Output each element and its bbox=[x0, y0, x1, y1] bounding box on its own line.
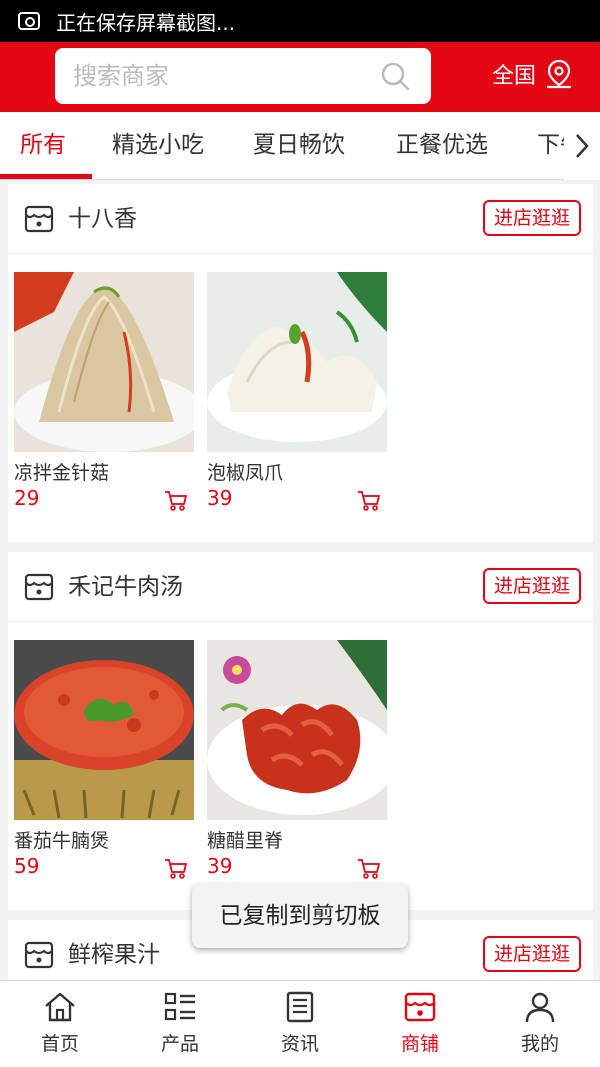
enter-store-button[interactable]: 进店逛逛 bbox=[483, 568, 581, 604]
product-image[interactable] bbox=[14, 640, 194, 820]
product-price: 39 bbox=[207, 486, 233, 510]
news-icon bbox=[286, 991, 314, 1023]
store-header: 十八香 进店逛逛 bbox=[8, 184, 593, 254]
store-name: 禾记牛肉汤 bbox=[68, 574, 183, 600]
product-name: 番茄牛腩煲 bbox=[14, 830, 110, 852]
nav-profile[interactable]: 我的 bbox=[480, 981, 600, 1067]
home-icon bbox=[45, 992, 75, 1022]
store-card: 十八香 进店逛逛 凉拌金针菇 29 泡椒凤爪 39 bbox=[8, 184, 593, 542]
nav-home[interactable]: 首页 bbox=[0, 981, 120, 1067]
nav-label: 商铺 bbox=[400, 1033, 439, 1055]
status-text: 正在保存屏幕截图... bbox=[56, 10, 236, 35]
nav-label: 首页 bbox=[40, 1033, 79, 1055]
user-icon bbox=[525, 992, 555, 1023]
cart-icon[interactable] bbox=[164, 490, 188, 512]
product-image[interactable] bbox=[14, 272, 194, 452]
search-icon[interactable] bbox=[379, 60, 411, 92]
tabs-scroll-arrow[interactable] bbox=[564, 112, 600, 180]
store-header: 禾记牛肉汤 进店逛逛 bbox=[8, 552, 593, 622]
category-tabs: 所有 精选小吃 夏日畅饮 正餐优选 下午 bbox=[0, 112, 600, 180]
region-label: 全国 bbox=[492, 64, 537, 89]
store-name: 十八香 bbox=[68, 206, 137, 232]
search-bar[interactable] bbox=[55, 48, 431, 104]
chevron-right-icon bbox=[576, 134, 589, 158]
nav-news[interactable]: 资讯 bbox=[240, 981, 360, 1067]
product-name: 糖醋里脊 bbox=[207, 830, 284, 852]
active-tab-indicator bbox=[0, 174, 92, 179]
product-name: 泡椒凤爪 bbox=[207, 462, 284, 484]
nav-label: 资讯 bbox=[280, 1033, 319, 1055]
nav-stores[interactable]: 商铺 bbox=[360, 981, 480, 1067]
nav-label: 我的 bbox=[520, 1033, 559, 1055]
cart-icon[interactable] bbox=[357, 858, 381, 880]
product-image[interactable] bbox=[207, 640, 387, 820]
shop-icon bbox=[24, 205, 54, 233]
header: 全国 bbox=[0, 42, 600, 112]
toast-message: 已复制到剪切板 bbox=[192, 884, 408, 948]
shop-icon bbox=[404, 992, 436, 1022]
tab-all[interactable]: 所有 bbox=[20, 112, 66, 179]
enter-store-button[interactable]: 进店逛逛 bbox=[483, 936, 581, 972]
product-name: 凉拌金针菇 bbox=[14, 462, 110, 484]
shop-icon bbox=[24, 573, 54, 601]
tab-summer-drinks[interactable]: 夏日畅饮 bbox=[253, 112, 345, 179]
tab-main-meals[interactable]: 正餐优选 bbox=[396, 112, 488, 179]
location-pin-icon bbox=[546, 59, 572, 89]
status-bar: 正在保存屏幕截图... bbox=[0, 0, 600, 42]
product-card[interactable]: 糖醋里脊 39 bbox=[207, 640, 387, 879]
cart-icon[interactable] bbox=[357, 490, 381, 512]
product-card[interactable]: 泡椒凤爪 39 bbox=[207, 272, 387, 511]
bottom-nav: 首页 产品 资讯 商铺 我的 bbox=[0, 980, 600, 1067]
cart-icon[interactable] bbox=[164, 858, 188, 880]
product-price: 39 bbox=[207, 854, 233, 878]
product-price: 59 bbox=[14, 854, 40, 878]
search-input[interactable] bbox=[73, 62, 373, 90]
region-selector[interactable]: 全国 bbox=[492, 58, 574, 90]
tab-snacks[interactable]: 精选小吃 bbox=[112, 112, 204, 179]
store-name: 鲜榨果汁 bbox=[68, 942, 160, 968]
nav-label: 产品 bbox=[160, 1033, 199, 1055]
screenshot-icon bbox=[18, 12, 40, 30]
product-price: 29 bbox=[14, 486, 40, 510]
store-card: 禾记牛肉汤 进店逛逛 番茄牛腩煲 59 糖醋里脊 39 bbox=[8, 552, 593, 910]
product-card[interactable]: 番茄牛腩煲 59 bbox=[14, 640, 194, 879]
nav-products[interactable]: 产品 bbox=[120, 981, 240, 1067]
enter-store-button[interactable]: 进店逛逛 bbox=[483, 200, 581, 236]
shop-icon bbox=[24, 941, 54, 969]
product-image[interactable] bbox=[207, 272, 387, 452]
product-card[interactable]: 凉拌金针菇 29 bbox=[14, 272, 194, 511]
grid-list-icon bbox=[164, 992, 195, 1021]
